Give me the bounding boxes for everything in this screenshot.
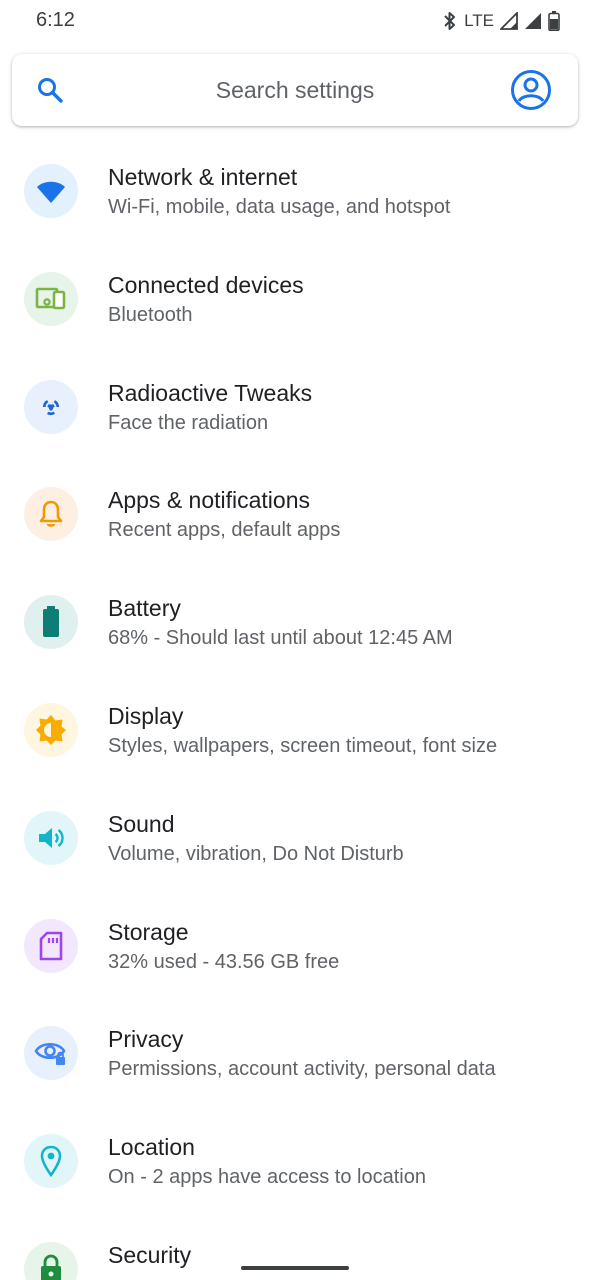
item-title: Network & internet <box>108 164 298 190</box>
item-title: Location <box>108 1134 195 1161</box>
search-icon[interactable] <box>36 76 64 104</box>
settings-item-battery[interactable]: Battery 68% - Should last until about 12… <box>0 561 590 669</box>
search-bar[interactable]: Search settings <box>12 54 578 126</box>
item-title: Radioactive Tweaks <box>108 379 313 406</box>
item-summary: Permissions, account activity, personal … <box>108 1058 496 1081</box>
search-input[interactable]: Search settings <box>12 54 578 126</box>
settings-item-sound[interactable]: Sound Volume, vibration, Do Not Disturb <box>0 777 590 885</box>
settings-item-display[interactable]: Display Styles, wallpapers, screen timeo… <box>0 669 590 777</box>
item-title: Apps & notifications <box>108 487 311 514</box>
sd-card-icon <box>24 918 78 973</box>
signal-icon <box>524 12 542 30</box>
item-summary: Face the radiation <box>108 411 269 434</box>
devices-icon <box>24 271 78 326</box>
status-icons: LTE <box>442 9 560 33</box>
bell-icon <box>24 487 78 542</box>
radiation-icon <box>24 379 78 434</box>
settings-item-privacy[interactable]: Privacy Permissions, account activity, p… <box>0 992 590 1100</box>
battery-icon <box>548 11 560 31</box>
item-title: Security <box>108 1241 192 1268</box>
item-summary: Recent apps, default apps <box>108 519 341 542</box>
settings-item-radioactive-tweaks[interactable]: Radioactive Tweaks Face the radiation <box>0 346 590 454</box>
item-title: Privacy <box>108 1026 184 1053</box>
settings-screen: 6:12 LTE Search settings Network & inter… <box>0 0 590 1280</box>
location-pin-icon <box>24 1134 78 1189</box>
status-time: 6:12 <box>36 9 75 31</box>
item-title: Battery <box>108 595 181 622</box>
brightness-icon <box>24 702 78 757</box>
item-summary: Volume, vibration, Do Not Disturb <box>108 842 404 865</box>
bluetooth-icon <box>442 11 458 31</box>
settings-item-storage[interactable]: Storage 32% used - 43.56 GB free <box>0 885 590 993</box>
item-title: Sound <box>108 810 175 837</box>
privacy-eye-icon <box>24 1026 78 1081</box>
item-title: Display <box>108 702 184 729</box>
volume-icon <box>24 810 78 865</box>
item-summary: 32% used - 43.56 GB free <box>108 950 340 973</box>
lock-icon <box>24 1241 78 1280</box>
item-summary: Styles, wallpapers, screen timeout, font… <box>108 734 498 757</box>
item-title: Connected devices <box>108 271 304 298</box>
settings-item-apps-notifications[interactable]: Apps & notifications Recent apps, defaul… <box>0 453 590 561</box>
settings-item-location[interactable]: Location On - 2 apps have access to loca… <box>0 1100 590 1208</box>
item-title: Storage <box>108 918 189 945</box>
item-summary: 68% - Should last until about 12:45 AM <box>108 627 453 650</box>
item-summary: Wi-Fi, mobile, data usage, and hotspot <box>108 196 451 218</box>
navigation-handle[interactable] <box>241 1266 349 1270</box>
item-summary: Bluetooth <box>108 303 193 326</box>
settings-item-connected-devices[interactable]: Connected devices Bluetooth <box>0 238 590 346</box>
wifi-icon <box>24 164 78 218</box>
status-bar: 6:12 LTE <box>0 0 590 42</box>
item-summary: On - 2 apps have access to location <box>108 1166 426 1189</box>
account-icon[interactable] <box>510 69 552 111</box>
settings-list: Network & internet Wi-Fi, mobile, data u… <box>0 130 590 1280</box>
battery-icon <box>24 595 78 650</box>
signal-icon <box>500 12 518 30</box>
network-type-label: LTE <box>464 11 494 30</box>
settings-item-network[interactable]: Network & internet Wi-Fi, mobile, data u… <box>0 130 590 238</box>
